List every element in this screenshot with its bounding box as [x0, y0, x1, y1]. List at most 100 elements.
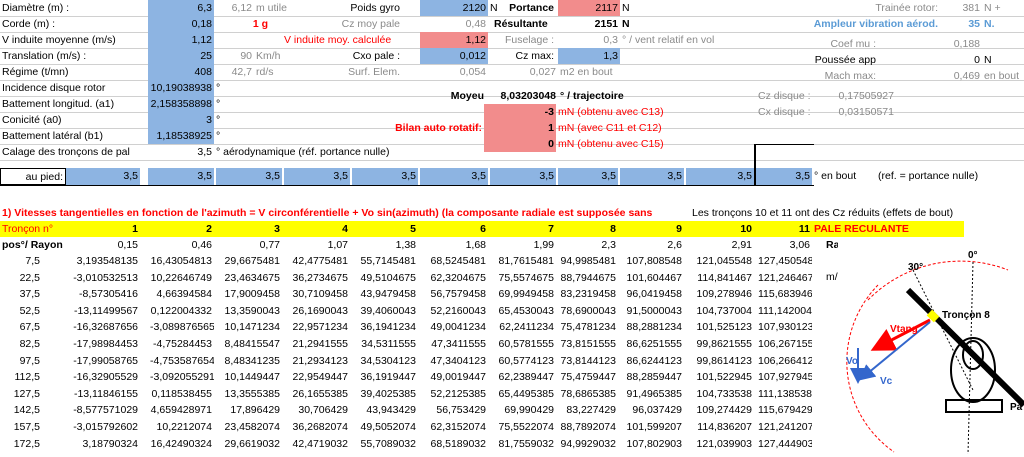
- table-cell: 49,5104675: [360, 271, 416, 284]
- table-cell: 10,2212074: [156, 421, 212, 433]
- table-cell: 17,9009458: [224, 288, 280, 301]
- value-diametre[interactable]: 6,3: [148, 0, 214, 16]
- aupied-cell-2[interactable]: 3,5: [148, 168, 214, 185]
- table-cell: 29,6675481: [224, 255, 280, 267]
- value-trainee: 381: [962, 2, 980, 14]
- radius-5: 1,38: [395, 239, 416, 251]
- derived-diametre: 6,12: [231, 2, 252, 14]
- value-cxo[interactable]: 0,012: [420, 48, 488, 64]
- table-cell: -4,75284453: [153, 338, 212, 350]
- value-czdisque: 0,17505927: [838, 90, 894, 102]
- aupied-cell-1[interactable]: 3,5: [66, 168, 140, 185]
- table-cell: 96,037429: [632, 404, 682, 417]
- unit-poussee: N: [984, 54, 992, 66]
- table-cell: 42,4719032: [292, 437, 348, 450]
- table-cell: -13,11499567: [73, 304, 138, 317]
- value-portance: 2117: [558, 0, 620, 16]
- table-cell: 4,659428971: [150, 404, 212, 417]
- label-czmoy: Cz moy pale: [341, 18, 400, 30]
- azimuth-8: 112,5: [14, 371, 41, 384]
- table-cell: -17,99058765: [73, 354, 138, 367]
- aupied-cell-11[interactable]: 3,5: [756, 168, 812, 185]
- label-regime: Régime (t/mn): [2, 66, 69, 78]
- table-cell: 49,5052074: [360, 421, 416, 433]
- table-cell: -16,32905529: [73, 371, 138, 384]
- table-cell: 43,943429: [366, 404, 416, 417]
- derived-translation-unit: Km/h: [256, 50, 281, 62]
- table-cell: 73,8151555: [560, 338, 616, 350]
- table-cell: 75,4781234: [560, 321, 616, 334]
- table-cell: -13,11846155: [73, 387, 138, 400]
- rotor-diagram: 30° 0° Tronçon 8 Vtang Vo Vc Pa: [838, 240, 1024, 455]
- label-coefmu: Coef mu :: [830, 38, 876, 50]
- table-cell: 86,6244123: [626, 354, 682, 367]
- table-cell: 96,0419458: [626, 288, 682, 301]
- aupied-cell-4[interactable]: 3,5: [284, 168, 350, 185]
- value-incidence[interactable]: 10,19038938: [148, 80, 214, 96]
- table-cell: 88,2881234: [626, 321, 682, 334]
- table-cell: 65,4495385: [498, 387, 554, 400]
- aupied-cell-7[interactable]: 3,5: [490, 168, 556, 185]
- label-czdisque: Cz disque :: [758, 90, 811, 102]
- derived-diametre-unit: m utile: [256, 2, 287, 14]
- table-cell: 81,7559032: [498, 437, 554, 450]
- table-cell: 21,2934123: [292, 354, 348, 367]
- label-surf: Surf. Elem.: [348, 66, 400, 78]
- section-note: Les tronçons 10 et 11 ont des Cz réduits…: [692, 207, 954, 219]
- aupied-cell-5[interactable]: 3,5: [352, 168, 418, 185]
- value-regime[interactable]: 408: [148, 64, 214, 80]
- aupied-cell-3[interactable]: 3,5: [216, 168, 282, 185]
- table-cell: 107,930123: [758, 321, 812, 334]
- table-cell: 26,1690043: [292, 304, 348, 317]
- label-ampleur: Ampleur vibration aérod.: [813, 18, 938, 30]
- table-cell: 3,193548135: [76, 255, 138, 267]
- value-vinduite[interactable]: 1,12: [148, 32, 214, 48]
- value-conicite[interactable]: 3: [148, 112, 214, 128]
- table-cell: 121,241207: [758, 421, 812, 433]
- table-cell: 0,118538455: [151, 387, 212, 400]
- table-cell: 8,48415547: [224, 338, 280, 350]
- label-batt-long: Battement longitud. (a1): [2, 98, 115, 110]
- table-cell: 69,9949458: [498, 288, 554, 301]
- table-cell: -8,577571029: [73, 404, 138, 417]
- value-batt-lat[interactable]: 1,18538925: [148, 128, 214, 144]
- aupied-cell-6[interactable]: 3,5: [420, 168, 488, 185]
- aupied-cell-10[interactable]: 3,5: [686, 168, 754, 185]
- troncon-1: 1: [132, 223, 138, 235]
- aupied-cell-8[interactable]: 3,5: [558, 168, 618, 185]
- table-cell: 106,267155: [758, 338, 812, 350]
- label-czmax: Cz max:: [515, 50, 554, 62]
- value-poids[interactable]: 2120: [420, 0, 488, 16]
- table-cell: 88,7892074: [560, 421, 616, 433]
- table-cell: 111,138538: [758, 387, 812, 400]
- table-cell: 17,896429: [230, 404, 280, 417]
- angle-30-label: 30°: [908, 262, 923, 273]
- unit-fuselage: ° / vent relatif en vol: [622, 34, 715, 46]
- table-cell: 73,8144123: [560, 354, 616, 367]
- unit-machmax: en bout: [984, 70, 1020, 82]
- table-cell: 47,3411555: [431, 338, 486, 350]
- derived-regime: 42,7: [231, 66, 252, 78]
- value-czmax[interactable]: 1,3: [558, 48, 620, 64]
- table-cell: 83,227429: [566, 404, 616, 417]
- value-fuselage: 0,3: [603, 34, 618, 46]
- unit-calage: ° aérodynamique (réf. portance nulle): [216, 146, 390, 158]
- table-cell: 43,9479458: [360, 288, 416, 301]
- value-corde[interactable]: 0,18: [148, 16, 214, 32]
- table-cell: 10,1471234: [224, 321, 280, 334]
- table-cell: 55,7089032: [360, 437, 416, 450]
- label-batt-lat: Battement latéral (b1): [2, 130, 103, 142]
- value-batt-long[interactable]: 2,158358898: [148, 96, 214, 112]
- table-cell: 94,9929032: [560, 437, 616, 450]
- aupied-cell-9[interactable]: 3,5: [620, 168, 684, 185]
- table-cell: 127,450548: [758, 255, 812, 267]
- value-translation[interactable]: 25: [148, 48, 214, 64]
- unit-batt-lat: °: [216, 130, 221, 142]
- table-cell: 39,4025385: [360, 387, 416, 400]
- table-cell: 78,6865385: [560, 387, 616, 400]
- value-calage[interactable]: 3,5: [160, 144, 214, 160]
- angle-0-label: 0°: [968, 250, 978, 261]
- table-cell: 86,6251555: [626, 338, 682, 350]
- table-cell: 29,6619032: [224, 437, 280, 450]
- unit-m2: m2 en bout: [560, 66, 613, 78]
